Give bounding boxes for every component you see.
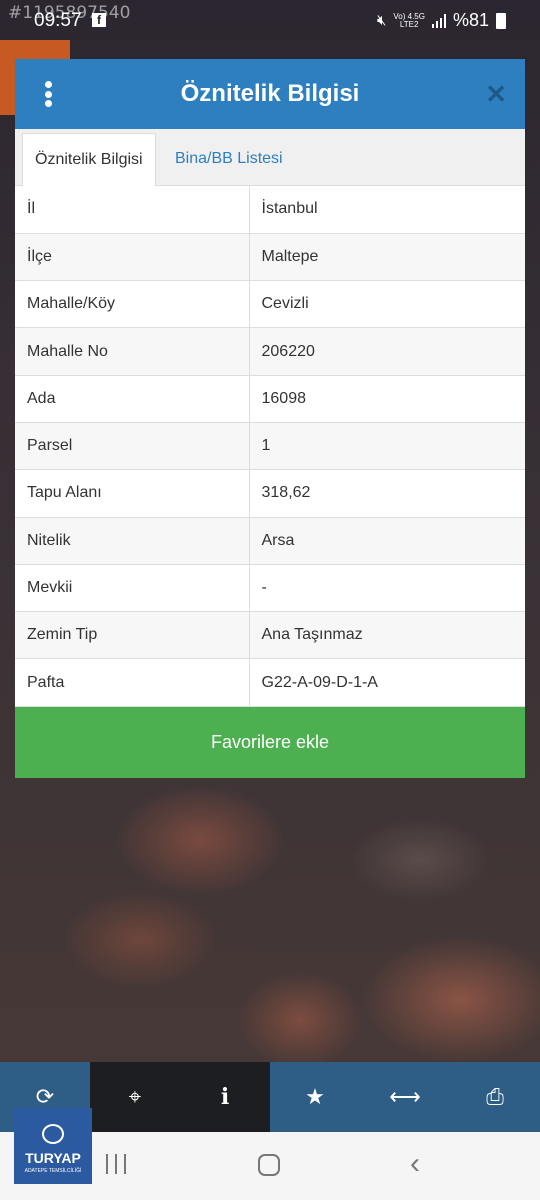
table-row: İl İstanbul bbox=[15, 186, 525, 234]
row-key: Mahalle No bbox=[15, 327, 250, 376]
row-key: Zemin Tip bbox=[15, 611, 250, 660]
status-time: 09:57 bbox=[34, 10, 82, 31]
row-key: Mevkii bbox=[15, 564, 250, 613]
logo-name: TURYAP bbox=[25, 1150, 81, 1166]
table-row: Ada 16098 bbox=[15, 375, 525, 423]
tab-building-list[interactable]: Bina/BB Listesi bbox=[163, 133, 295, 187]
table-row: Pafta G22-A-09-D-1-A bbox=[15, 658, 525, 707]
attribute-table: İl İstanbul İlçe Maltepe Mahalle/Köy Cev… bbox=[15, 186, 525, 707]
row-value: İstanbul bbox=[249, 186, 525, 234]
logo-subtitle: ADATEPE TEMSİLCİLİĞİ bbox=[24, 1168, 82, 1174]
table-row: Mahalle No 206220 bbox=[15, 327, 525, 376]
mute-icon: 🔇︎ bbox=[376, 12, 387, 29]
row-value: - bbox=[249, 564, 525, 613]
row-key: İl bbox=[15, 186, 250, 234]
row-value: 16098 bbox=[249, 375, 525, 423]
table-row: Mahalle/Köy Cevizli bbox=[15, 280, 525, 329]
battery-icon bbox=[496, 12, 506, 29]
row-key: Pafta bbox=[15, 658, 250, 707]
row-value: 206220 bbox=[249, 327, 525, 376]
row-value: G22-A-09-D-1-A bbox=[249, 658, 525, 707]
status-right-group: 🔇︎ Vo) 4.5G LTE2 %81 bbox=[377, 10, 506, 31]
row-value: 318,62 bbox=[249, 469, 525, 518]
info-icon[interactable]: i bbox=[180, 1062, 270, 1132]
table-row: Mevkii - bbox=[15, 564, 525, 613]
row-key: Ada bbox=[15, 375, 250, 423]
logo-mark-icon bbox=[42, 1124, 64, 1144]
dialog-title: Öznitelik Bilgisi bbox=[180, 80, 360, 107]
back-icon[interactable]: ‹ bbox=[410, 1147, 420, 1181]
print-icon[interactable]: ⎙ bbox=[450, 1062, 540, 1132]
star-icon[interactable]: ★ bbox=[270, 1062, 360, 1132]
row-value: 1 bbox=[249, 422, 525, 471]
add-favorite-button[interactable]: Favorilere ekle bbox=[15, 707, 525, 778]
row-value: Cevizli bbox=[249, 280, 525, 329]
row-key: Tapu Alanı bbox=[15, 469, 250, 518]
locate-icon[interactable]: ⌖ bbox=[90, 1062, 180, 1132]
dialog-header: Öznitelik Bilgisi ✕ bbox=[15, 59, 525, 129]
status-bar: 09:57 f 🔇︎ Vo) 4.5G LTE2 %81 bbox=[0, 0, 540, 42]
network-type-bottom: LTE2 bbox=[399, 19, 419, 29]
home-icon[interactable] bbox=[258, 1154, 280, 1176]
row-value: Ana Taşınmaz bbox=[249, 611, 525, 660]
battery-level: %81 bbox=[452, 10, 489, 30]
row-value: Arsa bbox=[249, 517, 525, 565]
table-row: Nitelik Arsa bbox=[15, 517, 525, 565]
table-row: Zemin Tip Ana Taşınmaz bbox=[15, 611, 525, 660]
row-key: Nitelik bbox=[15, 517, 250, 565]
table-row: Parsel 1 bbox=[15, 422, 525, 471]
close-icon[interactable]: ✕ bbox=[485, 79, 507, 110]
tab-attribute-info[interactable]: Öznitelik Bilgisi bbox=[22, 133, 156, 187]
facebook-notification-icon: f bbox=[92, 13, 106, 27]
turyap-logo: TURYAP ADATEPE TEMSİLCİLİĞİ bbox=[14, 1108, 92, 1184]
row-key: İlçe bbox=[15, 233, 250, 282]
measure-icon[interactable]: ⟷ bbox=[360, 1062, 450, 1132]
table-row: Tapu Alanı 318,62 bbox=[15, 469, 525, 518]
recent-apps-icon[interactable] bbox=[106, 1154, 126, 1174]
table-row: İlçe Maltepe bbox=[15, 233, 525, 282]
network-type: Vo) 4.5G LTE2 bbox=[393, 12, 425, 29]
signal-icon bbox=[431, 13, 446, 28]
dialog-tabs: Öznitelik Bilgisi Bina/BB Listesi bbox=[15, 129, 525, 187]
attribute-dialog: Öznitelik Bilgisi ✕ Öznitelik Bilgisi Bi… bbox=[15, 59, 525, 778]
row-key: Mahalle/Köy bbox=[15, 280, 250, 329]
row-key: Parsel bbox=[15, 422, 250, 471]
row-value: Maltepe bbox=[249, 233, 525, 282]
